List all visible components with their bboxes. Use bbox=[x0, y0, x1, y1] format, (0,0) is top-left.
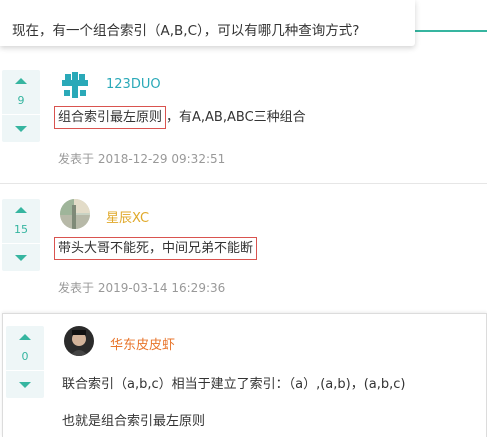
vote-separator bbox=[2, 243, 40, 244]
vote-up-button[interactable] bbox=[6, 326, 44, 348]
question-bar: 现在，有一个组合索引（A,B,C），可以有哪几种查询方式? bbox=[0, 0, 415, 46]
answer-content: 带头大哥不能死，中间兄弟不能断 bbox=[54, 237, 258, 260]
vote-up-button[interactable] bbox=[2, 70, 40, 92]
accent-underline bbox=[415, 30, 487, 32]
username-link[interactable]: 星辰XC bbox=[106, 207, 149, 226]
post-timestamp: 发表于 2018-12-29 09:32:51 bbox=[58, 152, 226, 166]
triangle-down-icon bbox=[15, 255, 27, 261]
question-text: 现在，有一个组合索引（A,B,C），可以有哪几种查询方式? bbox=[12, 23, 360, 39]
highlighted-text: 带头大哥不能死，中间兄弟不能断 bbox=[54, 237, 258, 260]
vote-count: 15 bbox=[14, 223, 28, 236]
avatar[interactable] bbox=[60, 199, 90, 229]
vote-separator bbox=[2, 114, 40, 115]
triangle-up-icon bbox=[15, 78, 27, 84]
vote-up-button[interactable] bbox=[2, 199, 40, 221]
highlighted-text: 组合索引最左原则 bbox=[54, 106, 167, 129]
vote-box: 15 bbox=[2, 199, 40, 271]
avatar[interactable] bbox=[60, 70, 90, 100]
triangle-up-icon bbox=[19, 334, 31, 340]
vote-count: 9 bbox=[17, 94, 25, 107]
triangle-down-icon bbox=[15, 126, 27, 132]
post-timestamp: 发表于 2019-03-14 16:29:36 bbox=[58, 281, 226, 295]
avatar[interactable] bbox=[64, 326, 94, 356]
vote-down-button[interactable] bbox=[2, 245, 40, 271]
answer-text: 联合索引（a,b,c）相当于建立了索引：（a）,(a,b)，(a,b,c) bbox=[62, 377, 406, 392]
username-link[interactable]: 123DUO bbox=[106, 77, 161, 92]
vote-separator bbox=[6, 370, 44, 371]
vote-down-button[interactable] bbox=[2, 116, 40, 142]
answer-text: 也就是组合索引最左原则 bbox=[62, 414, 206, 429]
divider bbox=[0, 183, 487, 184]
vote-down-button[interactable] bbox=[6, 372, 44, 398]
answer-text: ，有A,AB,ABC三种组合 bbox=[166, 110, 306, 125]
username-link[interactable]: 华东皮皮虾 bbox=[110, 334, 175, 353]
vote-box: 9 bbox=[2, 70, 40, 142]
triangle-down-icon bbox=[19, 382, 31, 388]
answer-content: 组合索引最左原则 ，有A,AB,ABC三种组合 bbox=[54, 106, 306, 129]
vote-count: 0 bbox=[21, 350, 29, 363]
vote-box: 0 bbox=[6, 326, 44, 398]
triangle-up-icon bbox=[15, 207, 27, 213]
